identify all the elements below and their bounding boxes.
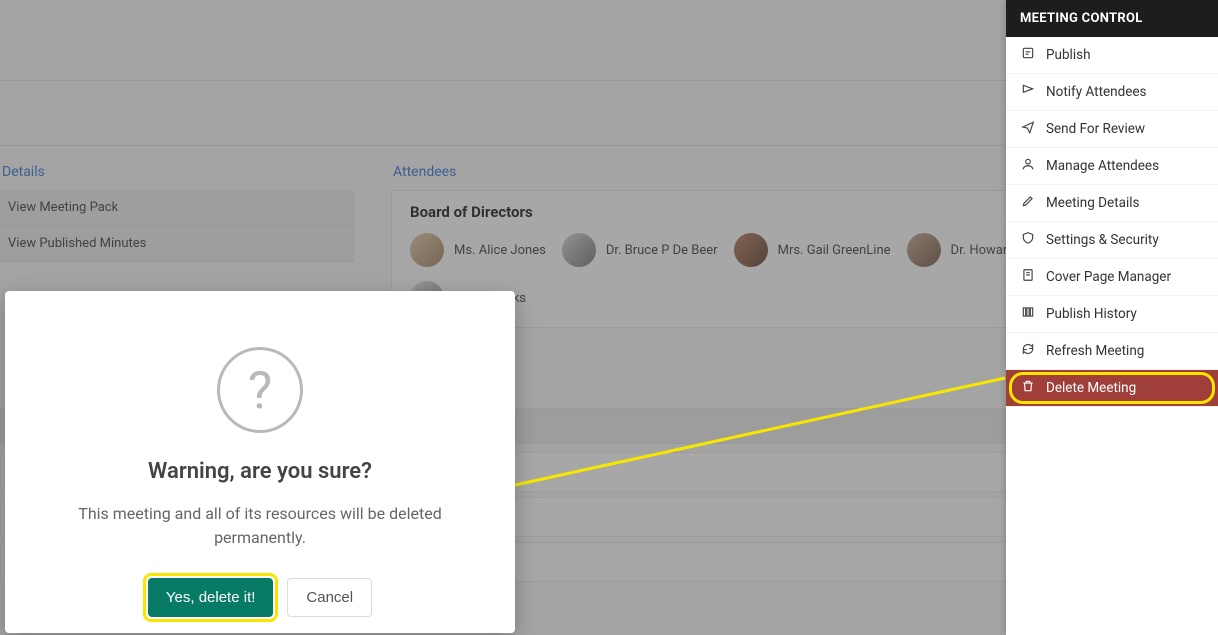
sidebar-item-label: Publish History: [1046, 306, 1137, 322]
sidebar-item-delete-meeting[interactable]: Delete Meeting: [1006, 370, 1218, 407]
sidebar-item-label: Settings & Security: [1046, 232, 1159, 248]
refresh-icon: [1020, 342, 1036, 360]
modal-body: This meeting and all of its resources wi…: [70, 502, 450, 550]
notify-icon: [1020, 83, 1036, 101]
sidebar-item-meeting-details[interactable]: Meeting Details: [1006, 185, 1218, 222]
history-icon: [1020, 305, 1036, 323]
sidebar-item-publish-history[interactable]: Publish History: [1006, 296, 1218, 333]
sidebar-item-send-for-review[interactable]: Send For Review: [1006, 111, 1218, 148]
sidebar-item-label: Send For Review: [1046, 121, 1145, 137]
sidebar-title: MEETING CONTROL: [1006, 0, 1218, 37]
confirm-label: Yes, delete it!: [166, 589, 256, 606]
sidebar-item-publish[interactable]: Publish: [1006, 37, 1218, 74]
publish-icon: [1020, 46, 1036, 64]
shield-icon: [1020, 231, 1036, 249]
sidebar-item-label: Refresh Meeting: [1046, 343, 1144, 359]
sidebar-item-label: Cover Page Manager: [1046, 269, 1171, 285]
confirm-delete-button[interactable]: Yes, delete it!: [148, 578, 274, 617]
sidebar-item-label: Publish: [1046, 47, 1091, 63]
send-icon: [1020, 120, 1036, 138]
sidebar-item-label: Manage Attendees: [1046, 158, 1159, 174]
meeting-control-sidebar: MEETING CONTROL Publish Notify Attendees…: [1006, 0, 1218, 635]
sidebar-item-label: Notify Attendees: [1046, 84, 1147, 100]
sidebar-item-label: Meeting Details: [1046, 195, 1140, 211]
cancel-button[interactable]: Cancel: [287, 578, 372, 617]
trash-icon: [1020, 379, 1036, 397]
sidebar-item-notify-attendees[interactable]: Notify Attendees: [1006, 74, 1218, 111]
question-icon: ?: [217, 347, 303, 433]
sidebar-item-cover-page-manager[interactable]: Cover Page Manager: [1006, 259, 1218, 296]
sidebar-item-refresh-meeting[interactable]: Refresh Meeting: [1006, 333, 1218, 370]
sidebar-item-manage-attendees[interactable]: Manage Attendees: [1006, 148, 1218, 185]
sidebar-item-label: Delete Meeting: [1046, 380, 1136, 396]
confirm-modal: ? Warning, are you sure? This meeting an…: [5, 291, 515, 633]
modal-title: Warning, are you sure?: [148, 459, 372, 484]
sidebar-item-settings-security[interactable]: Settings & Security: [1006, 222, 1218, 259]
doc-icon: [1020, 268, 1036, 286]
pencil-icon: [1020, 194, 1036, 212]
person-icon: [1020, 157, 1036, 175]
